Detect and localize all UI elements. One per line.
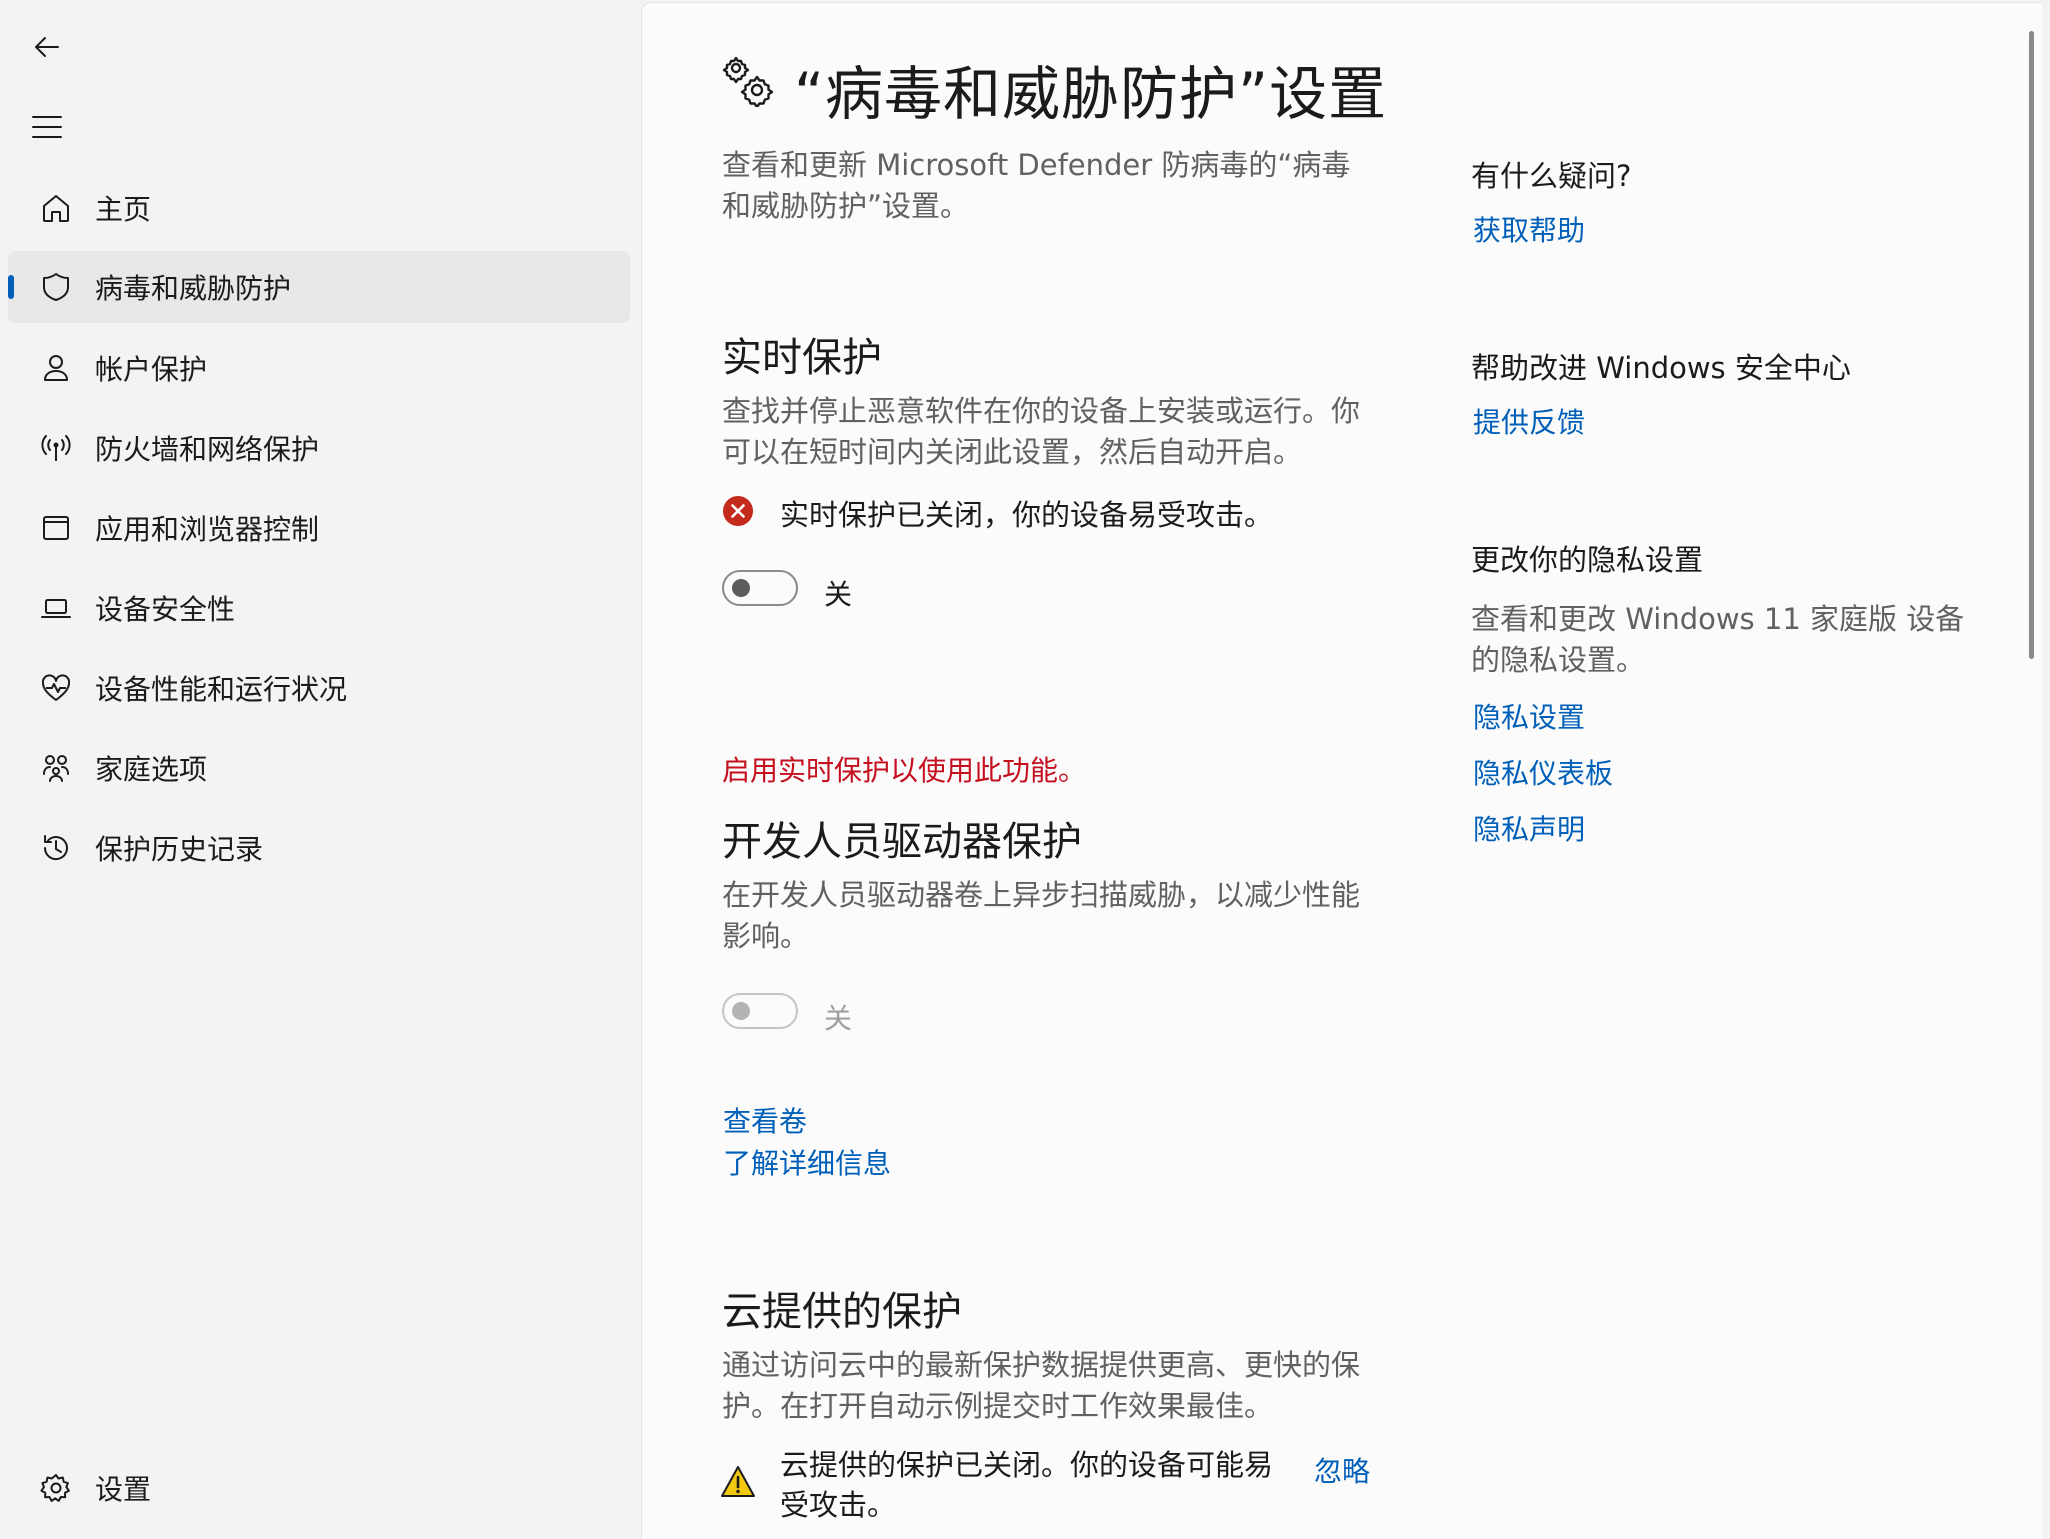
realtime-protection-toggle[interactable]	[722, 570, 798, 606]
person-icon	[28, 340, 84, 396]
realtime-alert-text: 实时保护已关闭，你的设备易受攻击。	[780, 498, 1274, 532]
nav-label: 病毒和威胁防护	[95, 272, 292, 305]
give-feedback-link[interactable]: 提供反馈	[1473, 401, 1585, 441]
nav-item-device-performance[interactable]: 设备性能和运行状况	[8, 652, 630, 724]
nav-label: 保护历史记录	[95, 833, 264, 866]
navigation-pane: 主页 病毒和威胁防护 帐户保护 防火墙和网络保护 应用和浏览器控制 设备安全性	[0, 0, 641, 1538]
realtime-toggle-label: 关	[824, 578, 853, 611]
gear-icon	[28, 1460, 84, 1516]
nav-item-account-protection[interactable]: 帐户保护	[8, 332, 630, 404]
nav-label: 设置	[95, 1473, 152, 1506]
toggle-knob	[732, 579, 750, 597]
get-help-link[interactable]: 获取帮助	[1473, 209, 1585, 249]
nav-item-virus-threat-protection[interactable]: 病毒和威胁防护	[8, 251, 630, 323]
back-button[interactable]	[17, 17, 77, 77]
family-icon	[28, 740, 84, 796]
nav-item-app-browser-control[interactable]: 应用和浏览器控制	[8, 492, 630, 564]
page-title: “病毒和威胁防护”设置	[794, 60, 1388, 128]
content-pane: “病毒和威胁防护”设置 查看和更新 Microsoft Defender 防病毒…	[641, 2, 2042, 1539]
nav-item-protection-history[interactable]: 保护历史记录	[8, 812, 630, 884]
app-window-icon	[28, 500, 84, 556]
antenna-icon	[28, 420, 84, 476]
hamburger-icon	[32, 116, 62, 138]
privacy-description: 查看和更改 Windows 11 家庭版 设备的隐私设置。	[1471, 602, 1965, 677]
page-intro: 查看和更新 Microsoft Defender 防病毒的“病毒和威胁防护”设置…	[722, 148, 1351, 223]
nav-label: 帐户保护	[95, 353, 208, 386]
gears-icon	[722, 55, 774, 111]
nav-item-firewall[interactable]: 防火墙和网络保护	[8, 412, 630, 484]
history-icon	[28, 820, 84, 876]
nav-label: 设备安全性	[95, 593, 236, 626]
cloud-section-title: 云提供的保护	[722, 1289, 962, 1335]
shield-icon	[28, 259, 84, 315]
devdrive-notice: 启用实时保护以使用此功能。	[722, 754, 1087, 787]
improve-heading: 帮助改进 Windows 安全中心	[1471, 351, 1851, 385]
privacy-heading: 更改你的隐私设置	[1471, 543, 1704, 577]
nav-label: 防火墙和网络保护	[95, 433, 320, 466]
privacy-statement-link[interactable]: 隐私声明	[1473, 808, 1585, 848]
back-arrow-icon	[35, 37, 59, 57]
heart-pulse-icon	[28, 660, 84, 716]
nav-label: 应用和浏览器控制	[95, 513, 320, 546]
nav-label: 设备性能和运行状况	[95, 673, 348, 706]
devdrive-protection-toggle[interactable]	[722, 993, 798, 1029]
realtime-section-title: 实时保护	[722, 335, 882, 381]
nav-label: 家庭选项	[95, 753, 208, 786]
vertical-scrollbar[interactable]	[2029, 31, 2034, 659]
cloud-alert-text: 云提供的保护已关闭。你的设备可能易 受攻击。	[780, 1445, 1273, 1525]
cloud-description: 通过访问云中的最新保护数据提供更高、更快的保护。在打开自动示例提交时工作效果最佳…	[722, 1348, 1361, 1423]
devdrive-toggle-label: 关	[824, 1002, 853, 1035]
error-icon	[722, 495, 754, 531]
nav-item-device-security[interactable]: 设备安全性	[8, 572, 630, 644]
cloud-alert-line1: 云提供的保护已关闭。你的设备可能易	[780, 1448, 1274, 1482]
cloud-alert-line2: 受攻击。	[780, 1488, 897, 1522]
privacy-dashboard-link[interactable]: 隐私仪表板	[1473, 752, 1613, 792]
laptop-icon	[28, 580, 84, 636]
devdrive-section-title: 开发人员驱动器保护	[722, 819, 1082, 865]
dismiss-link[interactable]: 忽略	[1314, 1450, 1370, 1490]
realtime-description: 查找并停止恶意软件在你的设备上安装或运行。你可以在短时间内关闭此设置，然后自动开…	[722, 394, 1361, 469]
menu-button[interactable]	[17, 97, 77, 157]
nav-item-home[interactable]: 主页	[8, 172, 630, 244]
warning-icon	[720, 1465, 756, 1503]
learn-more-link[interactable]: 了解详细信息	[723, 1142, 891, 1182]
privacy-settings-link[interactable]: 隐私设置	[1473, 696, 1585, 736]
question-heading: 有什么疑问?	[1471, 159, 1632, 193]
devdrive-description: 在开发人员驱动器卷上异步扫描威胁，以减少性能影响。	[722, 878, 1361, 953]
nav-item-settings[interactable]: 设置	[8, 1452, 630, 1524]
view-volumes-link[interactable]: 查看卷	[723, 1100, 807, 1140]
nav-item-family-options[interactable]: 家庭选项	[8, 732, 630, 804]
selection-indicator	[8, 275, 14, 299]
home-icon	[28, 180, 84, 236]
nav-label: 主页	[95, 193, 152, 226]
toggle-knob	[732, 1002, 750, 1020]
